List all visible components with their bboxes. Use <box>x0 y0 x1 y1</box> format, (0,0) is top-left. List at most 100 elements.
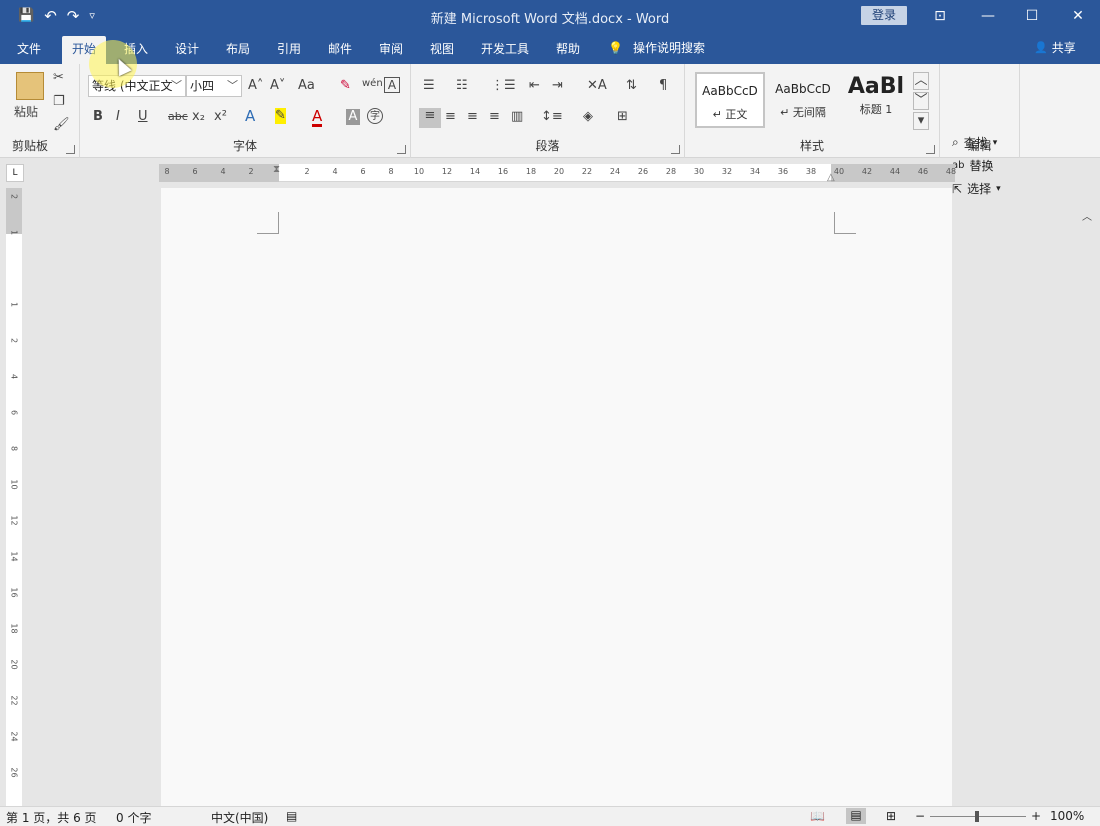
phonetic-guide-icon[interactable]: wén <box>362 76 383 92</box>
grow-font-icon[interactable]: A˄ <box>248 78 263 94</box>
increase-indent-icon[interactable]: ⇥ <box>552 78 563 94</box>
ruler-tick: 2 <box>304 167 310 176</box>
ruler-tick: 6 <box>192 167 198 176</box>
tab-mailings[interactable]: 邮件 <box>328 40 352 57</box>
ruler-tick: 18 <box>525 167 537 176</box>
styles-scroll-down-icon[interactable]: ﹀ <box>913 92 929 110</box>
tab-references[interactable]: 引用 <box>277 40 301 57</box>
style-name: 标题 1 <box>859 103 893 116</box>
zoom-in-button[interactable]: + <box>1031 809 1041 823</box>
document-page[interactable] <box>161 188 952 806</box>
read-mode-icon[interactable]: 📖 <box>810 809 825 823</box>
show-marks-icon[interactable]: ¶ <box>659 78 667 94</box>
style-preview: AaBbCcD <box>702 84 758 98</box>
sort-icon[interactable]: ⇅ <box>626 78 637 94</box>
zoom-level[interactable]: 100% <box>1050 809 1084 823</box>
maximize-button[interactable]: ☐ <box>1022 6 1042 26</box>
change-case-icon[interactable]: Aa <box>298 78 315 94</box>
tab-help[interactable]: 帮助 <box>556 40 580 57</box>
page-count[interactable]: 第 1 页，共 6 页 <box>6 809 97 826</box>
strikethrough-button[interactable]: abc <box>168 109 188 125</box>
bold-button[interactable]: B <box>93 109 103 125</box>
multilevel-list-icon[interactable]: ⋮☰ <box>491 78 516 94</box>
paste-icon[interactable] <box>16 72 44 100</box>
clear-formatting-icon[interactable]: ✎ <box>340 78 351 94</box>
align-left-button[interactable]: ≡ <box>419 108 441 128</box>
font-size-select[interactable]: 小四 ﹀ <box>186 75 242 97</box>
zoom-out-button[interactable]: − <box>915 809 925 823</box>
styles-scroll-up-icon[interactable]: ︿ <box>913 72 929 90</box>
line-spacing-icon[interactable]: ↕≡ <box>541 109 563 125</box>
tab-view[interactable]: 视图 <box>430 40 454 57</box>
share-button[interactable]: 👤 共享 <box>1034 39 1076 56</box>
indent-marker-icon[interactable]: ⧗ <box>273 162 280 178</box>
font-launcher-icon[interactable] <box>397 145 406 154</box>
highlight-color-icon[interactable]: ✎ <box>275 108 286 124</box>
align-center-button[interactable]: ≡ <box>445 109 456 125</box>
align-right-button[interactable]: ≡ <box>467 109 478 125</box>
ruler-tick: 20 <box>9 659 19 670</box>
decrease-indent-icon[interactable]: ⇤ <box>529 78 540 94</box>
print-layout-icon[interactable]: ▤ <box>846 808 866 824</box>
tab-design[interactable]: 设计 <box>175 40 199 57</box>
distributed-button[interactable]: ▥ <box>511 109 523 125</box>
justify-button[interactable]: ≡ <box>489 109 500 125</box>
tab-layout[interactable]: 布局 <box>226 40 250 57</box>
tell-me-search[interactable]: 💡 操作说明搜索 <box>608 39 705 56</box>
select-button[interactable]: ⇱ 选择 ▾ <box>952 180 1001 197</box>
find-button[interactable]: ⌕ 查找 ▾ <box>952 134 997 151</box>
tab-file[interactable]: 文件 <box>17 40 41 57</box>
web-layout-icon[interactable]: ⊞ <box>886 809 896 823</box>
ruler-tick: 24 <box>9 731 19 742</box>
font-color-icon[interactable]: A <box>312 108 323 127</box>
paste-label[interactable]: 粘贴 <box>14 104 38 120</box>
character-shading-icon[interactable]: A <box>346 109 360 125</box>
tab-developer[interactable]: 开发工具 <box>481 40 529 57</box>
paragraph-launcher-icon[interactable] <box>671 145 680 154</box>
ruler-tick: 26 <box>637 167 649 176</box>
shading-icon[interactable]: ◈ <box>583 109 593 125</box>
bullets-icon[interactable]: ☰ <box>423 78 435 94</box>
styles-group: AaBbCcD ↵ 正文 AaBbCcD ↵ 无间隔 AaBl 标题 1 ︿ ﹀… <box>685 64 940 158</box>
right-indent-icon[interactable]: △ <box>827 170 835 186</box>
copy-icon[interactable]: ❐ <box>53 94 65 110</box>
superscript-button[interactable]: x² <box>214 109 227 125</box>
format-painter-icon[interactable]: 🖌 <box>53 117 70 133</box>
underline-button[interactable]: U <box>138 109 148 125</box>
ruler-tick: 16 <box>9 587 19 598</box>
clipboard-launcher-icon[interactable] <box>66 145 75 154</box>
login-button[interactable]: 登录 <box>861 6 907 25</box>
font-group-label: 字体 <box>232 139 257 153</box>
tab-review[interactable]: 审阅 <box>379 40 403 57</box>
minimize-button[interactable]: — <box>978 6 998 26</box>
zoom-slider-thumb[interactable] <box>975 811 979 822</box>
cut-icon[interactable]: ✂ <box>53 70 64 86</box>
style-normal[interactable]: AaBbCcD ↵ 正文 <box>695 72 765 128</box>
shrink-font-icon[interactable]: A˅ <box>270 78 285 94</box>
margin-corner-top-right <box>834 212 856 234</box>
vertical-ruler[interactable]: 2 1 1 2 4 6 8 10 12 14 16 18 20 22 24 26 <box>6 188 22 806</box>
text-effects-icon[interactable]: A <box>245 108 255 124</box>
search-icon: ⌕ <box>952 135 959 149</box>
word-count[interactable]: 0 个字 <box>116 809 151 826</box>
tab-selector[interactable]: L <box>6 164 24 182</box>
horizontal-ruler[interactable]: 8 6 4 2 2 4 6 8 10 12 14 16 18 20 22 24 26 28 30 32 34 36 38 40… <box>159 162 956 183</box>
ruler-tick: 2 <box>9 337 19 344</box>
numbering-icon[interactable]: ☷ <box>456 78 468 94</box>
macro-icon[interactable]: ▤ <box>286 809 297 823</box>
chinese-layout-icon[interactable]: ✕A <box>587 78 607 94</box>
close-button[interactable]: ✕ <box>1068 6 1088 26</box>
italic-button[interactable]: I <box>116 109 120 125</box>
styles-launcher-icon[interactable] <box>926 145 935 154</box>
ruler-tick: 4 <box>220 167 226 176</box>
collapse-ribbon-icon[interactable]: ︿ <box>1082 210 1092 226</box>
language[interactable]: 中文(中国) <box>211 809 268 826</box>
subscript-button[interactable]: x₂ <box>192 109 205 125</box>
character-border-icon[interactable]: A <box>384 77 400 93</box>
ribbon-display-options-icon[interactable]: ⊡ <box>930 6 950 26</box>
enclose-characters-icon[interactable]: 字 <box>367 108 383 124</box>
styles-more-icon[interactable]: ▾ <box>913 112 929 130</box>
borders-icon[interactable]: ⊞ <box>617 109 628 125</box>
style-no-spacing[interactable]: AaBbCcD ↵ 无间隔 <box>768 72 838 128</box>
style-heading-1[interactable]: AaBl 标题 1 <box>841 72 911 128</box>
